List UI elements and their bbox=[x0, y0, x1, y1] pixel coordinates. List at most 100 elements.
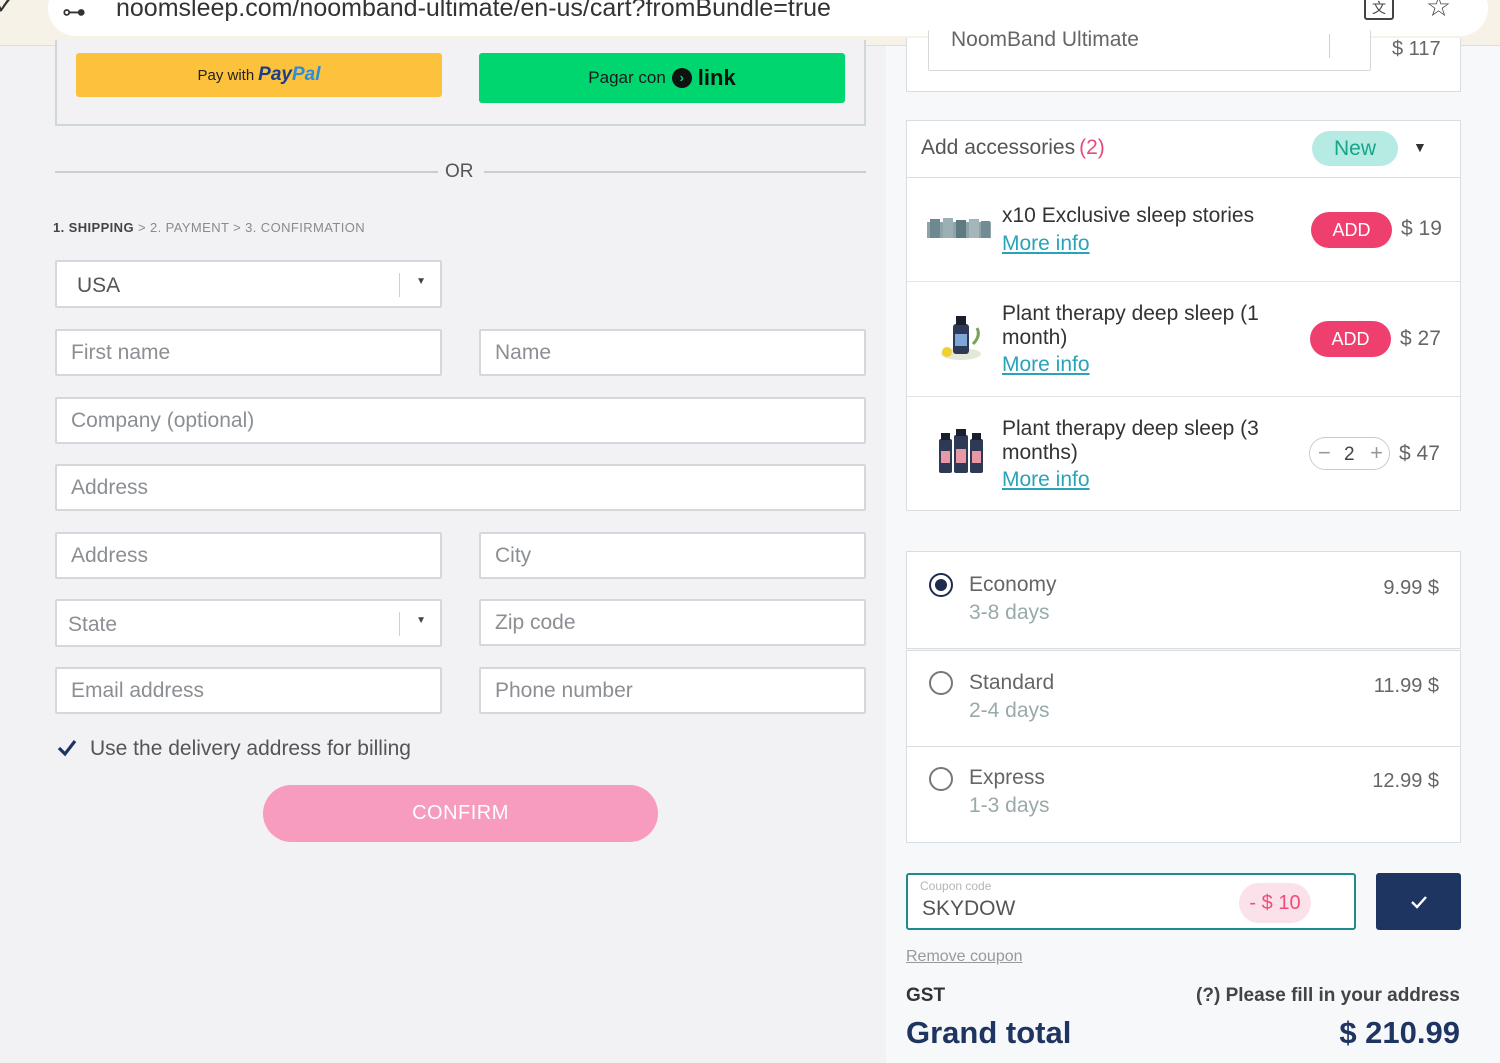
product-select[interactable]: NoomBand Ultimate bbox=[928, 30, 1371, 71]
paypal-logo: PayPal bbox=[258, 64, 321, 85]
checkout-steps-breadcrumb: 1. SHIPPING > 2. PAYMENT > 3. CONFIRMATI… bbox=[53, 220, 365, 235]
email-field[interactable] bbox=[55, 667, 442, 714]
sleep-stories-image bbox=[927, 218, 991, 238]
accessory-item: Plant therapy deep sleep (1 month) More i… bbox=[907, 282, 1460, 397]
coupon-field[interactable]: Coupon code - $ 10 bbox=[906, 873, 1356, 930]
last-name-field[interactable] bbox=[479, 329, 866, 376]
shipping-name: Standard bbox=[969, 671, 1055, 694]
shipping-days: 3-8 days bbox=[969, 601, 1050, 624]
shipping-option-economy[interactable]: Economy 3-8 days 9.99 $ bbox=[906, 551, 1461, 649]
link-arrow-icon: › bbox=[671, 68, 692, 88]
company-field[interactable] bbox=[55, 397, 866, 444]
step-shipping: 1. SHIPPING bbox=[53, 220, 134, 235]
discount-badge: - $ 10 bbox=[1239, 883, 1311, 923]
last-name-input[interactable] bbox=[481, 331, 864, 374]
paypal-button[interactable]: Pay with PayPal bbox=[76, 53, 442, 97]
accessories-count: (2) bbox=[1079, 136, 1105, 159]
accessory-item: Plant therapy deep sleep (3 months) More … bbox=[907, 397, 1460, 512]
shipping-days: 2-4 days bbox=[969, 699, 1050, 722]
chevron-down-icon: ▼ bbox=[416, 276, 426, 287]
more-info-link[interactable]: More info bbox=[1002, 468, 1090, 492]
new-badge: New bbox=[1312, 131, 1398, 166]
shipping-days: 1-3 days bbox=[969, 794, 1050, 817]
plus-icon[interactable]: + bbox=[1370, 440, 1383, 466]
country-value: USA bbox=[77, 274, 121, 297]
product-price: $ 117 bbox=[1392, 38, 1441, 60]
link-pay-button[interactable]: Pagar con › link bbox=[479, 53, 845, 103]
shipping-price: 9.99 $ bbox=[1383, 577, 1439, 599]
address-line2-field[interactable] bbox=[55, 532, 442, 579]
address-line1-input[interactable] bbox=[57, 466, 864, 509]
radio-unselected[interactable] bbox=[929, 671, 953, 695]
select-separator bbox=[399, 612, 400, 636]
shipping-name: Express bbox=[969, 766, 1045, 789]
back-icon[interactable]: ✓ bbox=[0, 0, 16, 21]
accessory-item: x10 Exclusive sleep stories More info AD… bbox=[907, 178, 1460, 282]
add-accessory-button[interactable]: ADD bbox=[1311, 212, 1392, 248]
more-info-link[interactable]: More info bbox=[1002, 353, 1090, 377]
phone-input[interactable] bbox=[481, 669, 864, 712]
grand-total-label: Grand total bbox=[906, 1015, 1072, 1050]
accessory-price: $ 27 bbox=[1400, 327, 1441, 350]
accessory-name: x10 Exclusive sleep stories bbox=[1002, 204, 1255, 227]
radio-unselected[interactable] bbox=[929, 767, 953, 791]
shipping-name: Economy bbox=[969, 573, 1057, 596]
add-accessory-button[interactable]: ADD bbox=[1310, 321, 1391, 357]
bookmark-star-icon[interactable]: ☆ bbox=[1426, 0, 1451, 23]
accessories-title: Add accessories (2) bbox=[921, 136, 1105, 159]
first-name-field[interactable] bbox=[55, 329, 442, 376]
address-line2-input[interactable] bbox=[57, 534, 440, 577]
grand-total-value: $ 210.99 bbox=[1339, 1015, 1460, 1050]
apply-coupon-button[interactable] bbox=[1376, 873, 1461, 930]
divider-right bbox=[484, 171, 866, 173]
quantity-value: 2 bbox=[1344, 444, 1355, 465]
shipping-option-express[interactable]: Express 1-3 days 12.99 $ bbox=[906, 746, 1461, 843]
country-select[interactable]: USA ▼ bbox=[55, 260, 442, 308]
city-field[interactable] bbox=[479, 532, 866, 579]
accessory-name: Plant therapy deep sleep (1 month) bbox=[1002, 302, 1259, 349]
chevron-down-icon: ▼ bbox=[416, 615, 426, 626]
divider-left bbox=[55, 171, 438, 173]
check-icon bbox=[1410, 895, 1427, 909]
remove-coupon-link[interactable]: Remove coupon bbox=[906, 948, 1023, 966]
accessories-panel: Add accessories (2) New ▼ x10 Exclusive s… bbox=[906, 120, 1461, 511]
translate-icon[interactable]: 文 bbox=[1364, 0, 1394, 20]
plant-therapy-image bbox=[941, 316, 981, 360]
zip-code-input[interactable] bbox=[481, 601, 864, 644]
plant-therapy-3-pack-image bbox=[939, 429, 983, 473]
select-separator bbox=[1329, 34, 1330, 58]
gst-label: GST bbox=[906, 985, 946, 1006]
radio-selected[interactable] bbox=[929, 573, 953, 597]
confirm-button[interactable]: CONFIRM bbox=[263, 785, 658, 842]
step-rest: > 2. PAYMENT > 3. CONFIRMATION bbox=[133, 220, 366, 235]
phone-field[interactable] bbox=[479, 667, 866, 714]
or-divider-text: OR bbox=[445, 161, 474, 182]
collapse-toggle-icon[interactable]: ▼ bbox=[1413, 139, 1427, 155]
link-logo: link bbox=[697, 65, 736, 90]
state-select[interactable]: State ▼ bbox=[55, 599, 442, 647]
minus-icon[interactable]: − bbox=[1318, 440, 1331, 466]
more-info-link[interactable]: More info bbox=[1002, 232, 1090, 256]
address-line1-field[interactable] bbox=[55, 464, 866, 511]
shipping-price: 11.99 $ bbox=[1373, 675, 1439, 697]
coupon-label: Coupon code bbox=[920, 879, 992, 893]
accessory-price: $ 19 bbox=[1401, 217, 1442, 240]
first-name-input[interactable] bbox=[57, 331, 440, 374]
product-name: NoomBand Ultimate bbox=[951, 30, 1139, 51]
select-separator bbox=[399, 273, 400, 297]
billing-same-checkbox[interactable] bbox=[57, 738, 77, 758]
url-text[interactable]: noomsleep.com/noomband-ultimate/en-us/ca… bbox=[116, 0, 831, 23]
billing-same-label[interactable]: Use the delivery address for billing bbox=[90, 737, 411, 761]
company-input[interactable] bbox=[57, 399, 864, 442]
site-settings-icon[interactable]: ⊶ bbox=[62, 0, 86, 27]
city-input[interactable] bbox=[481, 534, 864, 577]
accessories-header[interactable]: Add accessories (2) New ▼ bbox=[907, 121, 1460, 178]
shipping-option-standard[interactable]: Standard 2-4 days 11.99 $ bbox=[906, 650, 1461, 747]
coupon-input[interactable] bbox=[922, 897, 1222, 921]
zip-code-field[interactable] bbox=[479, 599, 866, 646]
checkmark-icon bbox=[57, 740, 77, 757]
quantity-stepper[interactable]: − 2 + bbox=[1309, 437, 1390, 470]
email-input[interactable] bbox=[57, 669, 440, 712]
state-placeholder: State bbox=[68, 613, 118, 636]
gst-note: (?) Please fill in your address bbox=[1196, 985, 1460, 1006]
